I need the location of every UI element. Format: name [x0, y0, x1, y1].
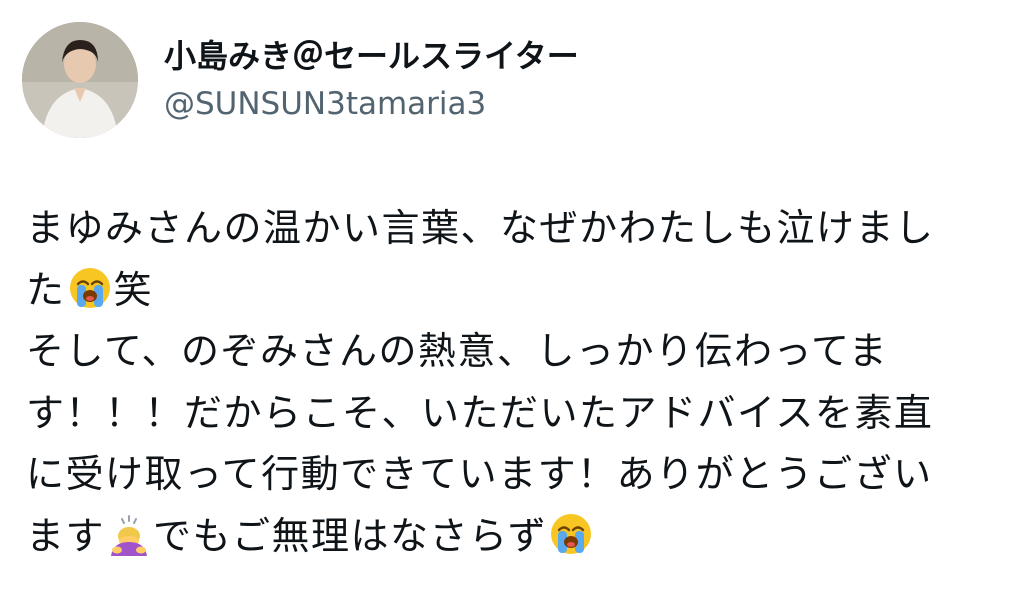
tweet-card: 小島みき＠セールスライター @SUNSUN3tamaria3 まゆみさんの温かい…	[0, 0, 1024, 609]
loudly-crying-face-icon	[549, 512, 593, 556]
text-line-1: まゆみさんの温かい言葉、なぜかわたしも泣けまし	[26, 198, 1006, 260]
username-handle[interactable]: @SUNSUN3tamaria3	[164, 82, 579, 126]
text-segment: ます	[26, 513, 106, 558]
text-line-5: に受け取って行動できています！ありがとうござい	[26, 444, 1006, 506]
text-line-3: そして、のぞみさんの熱意、しっかり伝わってま	[26, 321, 1006, 383]
loudly-crying-face-icon	[68, 266, 112, 310]
avatar[interactable]	[22, 22, 138, 138]
author-info: 小島みき＠セールスライター @SUNSUN3tamaria3	[164, 34, 579, 126]
text-segment: 笑	[113, 267, 154, 312]
tweet-header: 小島みき＠セールスライター @SUNSUN3tamaria3	[22, 22, 579, 138]
text-segment: そして、のぞみさんの熱意、しっかり伝わってま	[26, 329, 889, 373]
display-name[interactable]: 小島みき＠セールスライター	[164, 34, 579, 78]
profile-photo	[22, 22, 138, 138]
text-line-4: す！！！だからこそ、いただいたアドバイスを素直	[26, 383, 1006, 445]
person-bowing-icon	[107, 512, 151, 556]
text-segment: す！！！だからこそ、いただいたアドバイスを素直	[26, 390, 934, 435]
tweet-text: まゆみさんの温かい言葉、なぜかわたしも泣けまし た笑 そして、のぞみさんの熱意、…	[26, 198, 1006, 567]
text-segment: に受け取って行動できています！ありがとうござい	[26, 452, 933, 496]
text-line-2: た笑	[26, 260, 1006, 322]
text-line-6: ます でもご無理はなさらず	[26, 506, 1006, 568]
text-segment: でもご無理はなさらず	[153, 513, 548, 558]
text-segment: た	[26, 267, 66, 312]
text-segment: まゆみさんの温かい言葉、なぜかわたしも泣けまし	[26, 206, 935, 250]
